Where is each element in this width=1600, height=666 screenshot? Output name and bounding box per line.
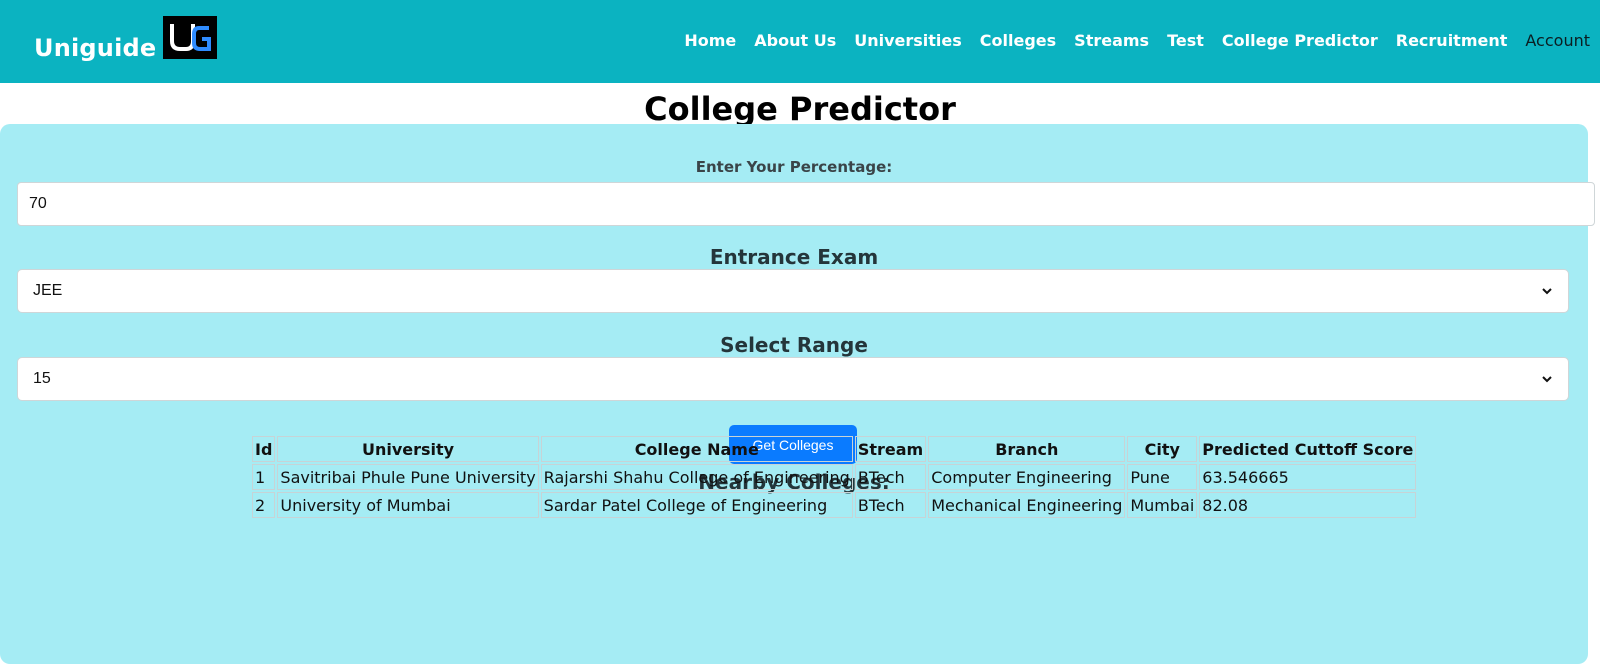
range-selected: 15 <box>33 370 51 387</box>
entrance-exam-selected: JEE <box>33 282 63 299</box>
table-row: 2 University of Mumbai Sardar Patel Coll… <box>252 492 1417 518</box>
page-title: College Predictor <box>644 90 956 124</box>
nav-link-recruitment[interactable]: Recruitment <box>1396 31 1508 50</box>
nav-link-test[interactable]: Test <box>1167 31 1204 50</box>
nav-link-streams[interactable]: Streams <box>1074 31 1149 50</box>
cell-city: Pune <box>1127 464 1198 490</box>
column-header-university: University <box>277 436 539 462</box>
column-header-stream: Stream <box>854 436 927 462</box>
nav-link-about-us[interactable]: About Us <box>754 31 836 50</box>
cell-university: University of Mumbai <box>277 492 539 518</box>
percentage-input-value: 70 <box>29 195 47 212</box>
cell-stream: BTech <box>854 492 927 518</box>
cell-cutoff: 82.08 <box>1199 492 1417 518</box>
column-header-predicted-cutoff: Predicted Cuttoff Score <box>1199 436 1417 462</box>
logo[interactable] <box>163 16 217 59</box>
cell-id: 1 <box>252 464 276 490</box>
chevron-down-icon <box>1542 376 1552 383</box>
cell-college-name: Sardar Patel College of Engineering <box>540 492 853 518</box>
cell-stream: BTech <box>854 464 927 490</box>
range-select[interactable]: 15 <box>17 357 1569 401</box>
select-range-label: Select Range <box>720 333 868 357</box>
nav-link-universities[interactable]: Universities <box>854 31 962 50</box>
nav-link-home[interactable]: Home <box>684 31 736 50</box>
column-header-branch: Branch <box>928 436 1126 462</box>
cell-cutoff: 63.546665 <box>1199 464 1417 490</box>
entrance-exam-label: Entrance Exam <box>709 245 879 269</box>
nav-link-account[interactable]: Account <box>1525 31 1590 50</box>
predictor-panel: Enter Your Percentage: 70 Entrance Exam … <box>0 124 1595 664</box>
cell-branch: Mechanical Engineering <box>928 492 1126 518</box>
brand-name[interactable]: Uniguide <box>34 34 156 62</box>
percentage-label: Enter Your Percentage: <box>695 158 893 176</box>
cell-college-name: Rajarshi Shahu College of Engineering <box>540 464 853 490</box>
cell-university: Savitribai Phule Pune University <box>277 464 539 490</box>
column-header-id: Id <box>252 436 276 462</box>
nav-link-college-predictor[interactable]: College Predictor <box>1222 31 1378 50</box>
cell-city: Mumbai <box>1127 492 1198 518</box>
entrance-exam-select[interactable]: JEE <box>17 269 1569 313</box>
navbar: Uniguide Home About Us Universities Coll… <box>0 0 1600 83</box>
nav-link-colleges[interactable]: Colleges <box>980 31 1056 50</box>
cell-branch: Computer Engineering <box>928 464 1126 490</box>
column-header-college-name: College Name <box>540 436 853 462</box>
table-row: 1 Savitribai Phule Pune University Rajar… <box>252 464 1417 490</box>
cell-id: 2 <box>252 492 276 518</box>
column-header-city: City <box>1127 436 1198 462</box>
colleges-table: Id University College Name Stream Branch… <box>250 434 1418 520</box>
nav-menu: Home About Us Universities Colleges Stre… <box>684 31 1590 50</box>
percentage-input[interactable]: 70 <box>17 182 1595 226</box>
chevron-down-icon <box>1542 288 1552 295</box>
ug-logo-icon <box>163 16 217 59</box>
table-header-row: Id University College Name Stream Branch… <box>252 436 1417 462</box>
